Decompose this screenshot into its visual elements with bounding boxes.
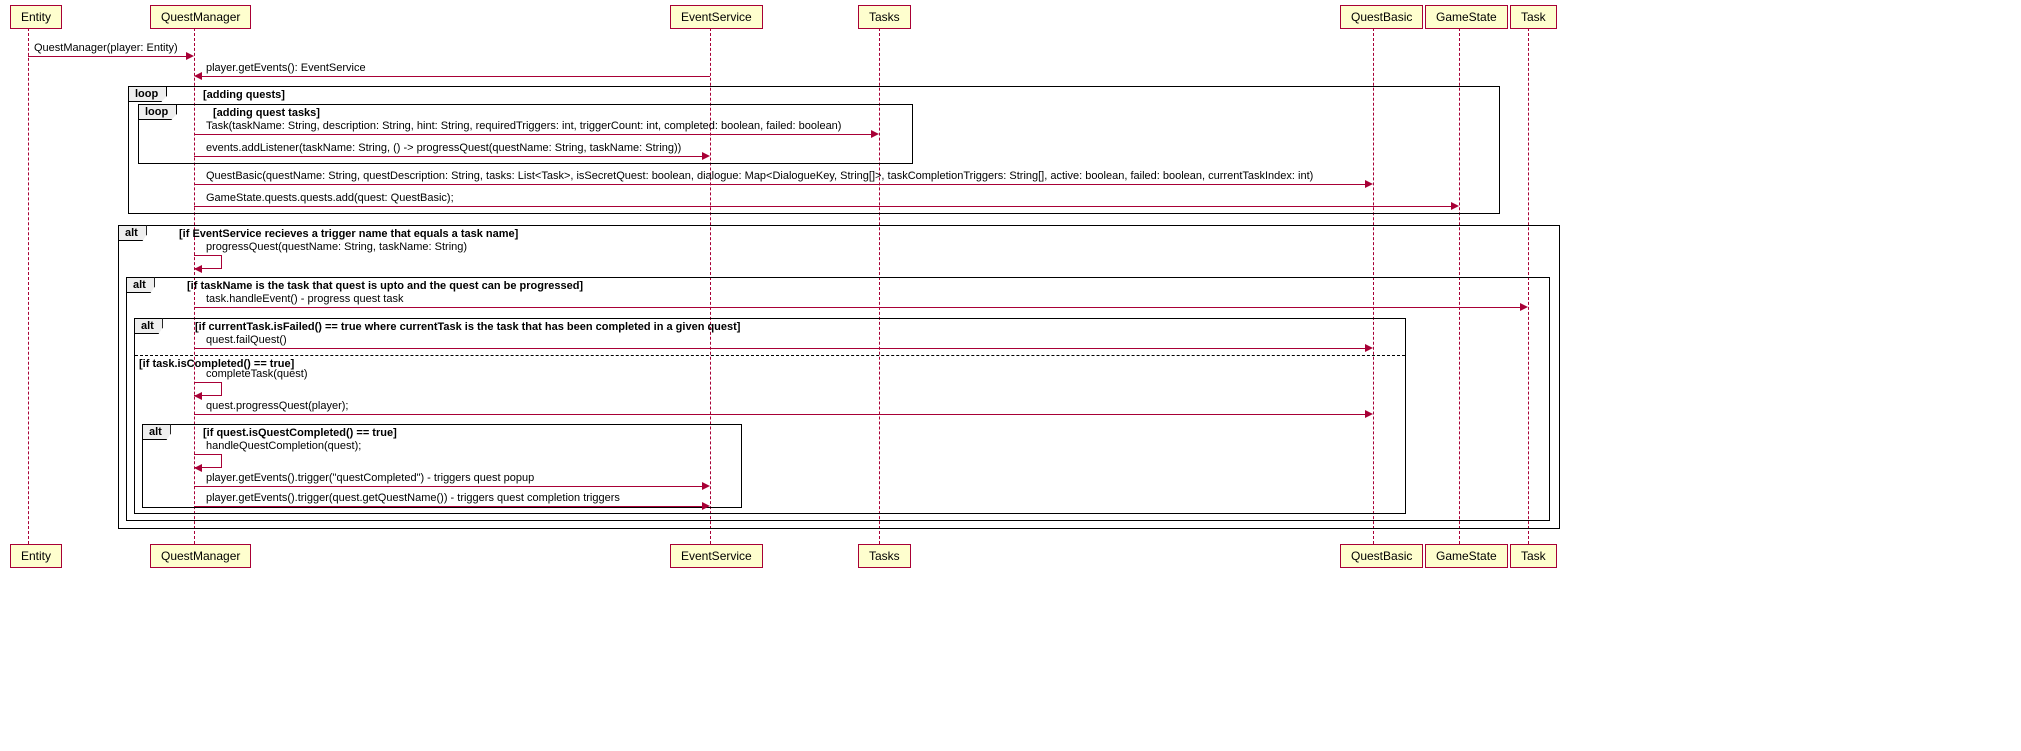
- message-task-ctor: Task(taskName: String, description: Stri…: [206, 120, 841, 132]
- arrow-line: [202, 76, 710, 77]
- participant-questbasic-bottom: QuestBasic: [1340, 544, 1423, 568]
- arrow-head-icon: [1365, 410, 1373, 418]
- participant-label: QuestManager: [161, 10, 240, 24]
- participant-eventservice-bottom: EventService: [670, 544, 763, 568]
- participant-entity-top: Entity: [10, 5, 62, 29]
- participant-questmanager-top: QuestManager: [150, 5, 251, 29]
- participant-label: EventService: [681, 10, 752, 24]
- arrow-head-icon: [194, 265, 202, 273]
- lifeline-entity: [28, 28, 29, 544]
- arrow-head-icon: [702, 152, 710, 160]
- message-trigger-completion: player.getEvents().trigger(quest.getQues…: [206, 492, 620, 504]
- participant-label: GameState: [1436, 10, 1497, 24]
- participant-label: Task: [1521, 10, 1546, 24]
- fragment-divider: [135, 355, 1405, 356]
- arrow-line: [28, 56, 186, 57]
- arrow-line: [194, 486, 702, 487]
- participant-label: Entity: [21, 10, 51, 24]
- arrow-line: [194, 414, 1365, 415]
- fragment-guard: [if EventService recieves a trigger name…: [175, 226, 522, 242]
- participant-questmanager-bottom: QuestManager: [150, 544, 251, 568]
- participant-gamestate-top: GameState: [1425, 5, 1508, 29]
- arrow-head-icon: [186, 52, 194, 60]
- fragment-label: alt: [118, 225, 147, 241]
- arrow-head-icon: [871, 130, 879, 138]
- message-trigger-popup: player.getEvents().trigger("questComplet…: [206, 472, 534, 484]
- participant-label: Task: [1521, 549, 1546, 563]
- message-getevents: player.getEvents(): EventService: [206, 62, 366, 74]
- message-constructor: QuestManager(player: Entity): [34, 42, 178, 54]
- arrow-line: [194, 206, 1451, 207]
- participant-gamestate-bottom: GameState: [1425, 544, 1508, 568]
- arrow-head-icon: [1451, 202, 1459, 210]
- message-addlistener: events.addListener(taskName: String, () …: [206, 142, 681, 154]
- participant-task-bottom: Task: [1510, 544, 1557, 568]
- message-gamestate-add: GameState.quests.quests.add(quest: Quest…: [206, 192, 454, 204]
- participant-label: QuestManager: [161, 549, 240, 563]
- message-handlecompletion: handleQuestCompletion(quest);: [206, 440, 361, 452]
- arrow-head-icon: [702, 502, 710, 510]
- arrow-line: [194, 134, 871, 135]
- fragment-label: loop: [138, 104, 177, 120]
- participant-label: QuestBasic: [1351, 10, 1412, 24]
- participant-tasks-top: Tasks: [858, 5, 911, 29]
- arrow-line: [194, 506, 702, 507]
- participant-questbasic-top: QuestBasic: [1340, 5, 1423, 29]
- arrow-line: [194, 348, 1365, 349]
- fragment-guard: [if currentTask.isFailed() == true where…: [191, 319, 744, 335]
- fragment-label: alt: [142, 424, 171, 440]
- participant-label: GameState: [1436, 549, 1497, 563]
- arrow-line: [194, 307, 1520, 308]
- arrow-line: [194, 156, 702, 157]
- fragment-label: alt: [134, 318, 163, 334]
- message-progressquest: progressQuest(questName: String, taskNam…: [206, 241, 467, 253]
- message-handleevent: task.handleEvent() - progress quest task: [206, 293, 403, 305]
- participant-label: Tasks: [869, 10, 900, 24]
- fragment-guard: [if taskName is the task that quest is u…: [183, 278, 587, 294]
- message-failquest: quest.failQuest(): [206, 334, 287, 346]
- arrow-head-icon: [194, 392, 202, 400]
- participant-eventservice-top: EventService: [670, 5, 763, 29]
- participant-label: EventService: [681, 549, 752, 563]
- fragment-guard: [adding quests]: [199, 87, 289, 103]
- arrow-head-icon: [1520, 303, 1528, 311]
- participant-tasks-bottom: Tasks: [858, 544, 911, 568]
- fragment-guard: [if quest.isQuestCompleted() == true]: [199, 425, 401, 441]
- fragment-label: alt: [126, 277, 155, 293]
- participant-label: QuestBasic: [1351, 549, 1412, 563]
- message-questbasic-ctor: QuestBasic(questName: String, questDescr…: [206, 170, 1313, 182]
- message-progressquest2: quest.progressQuest(player);: [206, 400, 348, 412]
- arrow-head-icon: [1365, 180, 1373, 188]
- fragment-label: loop: [128, 86, 167, 102]
- arrow-head-icon: [194, 72, 202, 80]
- arrow-head-icon: [194, 464, 202, 472]
- participant-label: Tasks: [869, 549, 900, 563]
- arrow-head-icon: [702, 482, 710, 490]
- message-completetask: completeTask(quest): [206, 368, 308, 380]
- arrow-head-icon: [1365, 344, 1373, 352]
- participant-label: Entity: [21, 549, 51, 563]
- participant-entity-bottom: Entity: [10, 544, 62, 568]
- arrow-line: [194, 184, 1365, 185]
- fragment-guard: [adding quest tasks]: [209, 105, 324, 121]
- participant-task-top: Task: [1510, 5, 1557, 29]
